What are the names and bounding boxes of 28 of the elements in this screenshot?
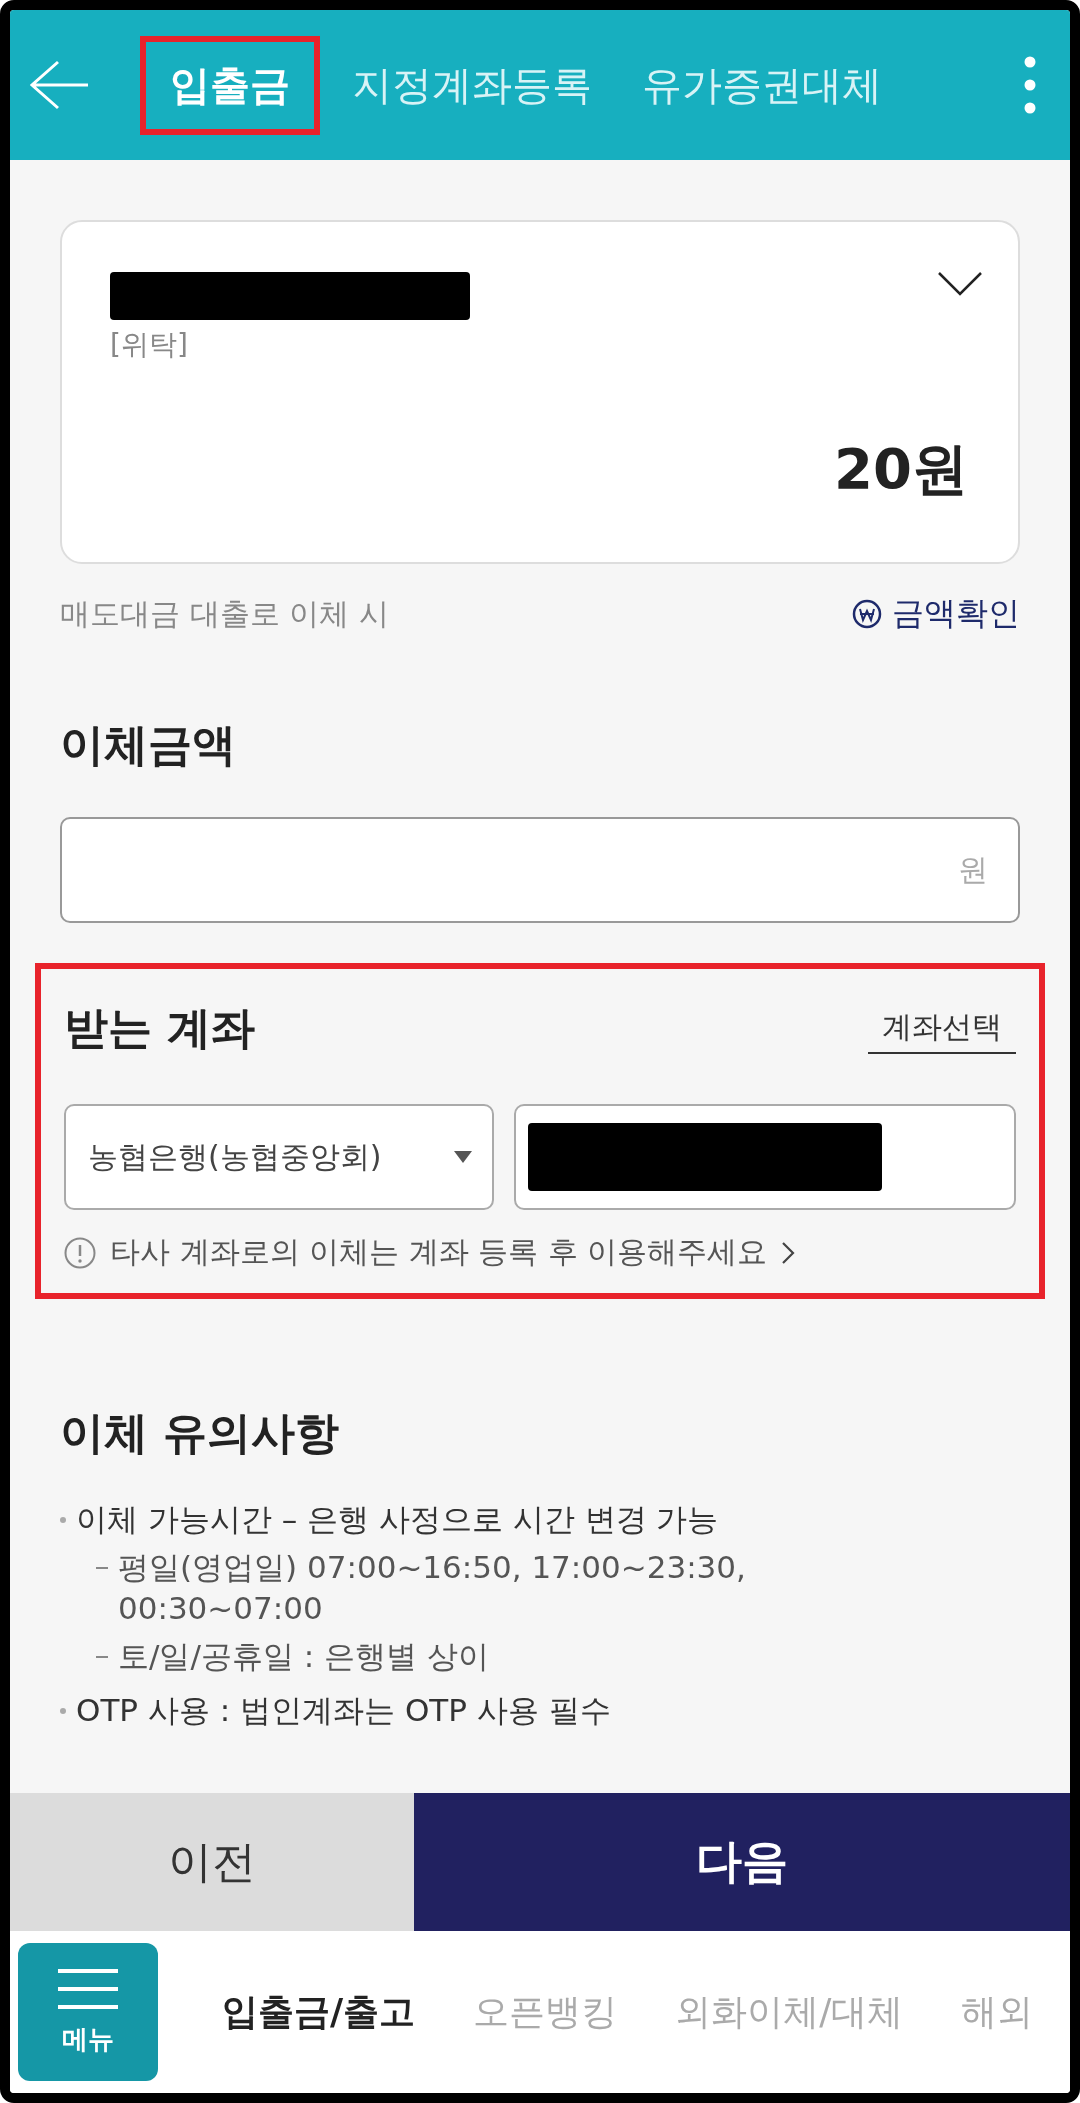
more-icon[interactable] xyxy=(1024,56,1036,114)
menu-button[interactable]: 메뉴 xyxy=(18,1943,158,2081)
section-title: 이체금액 xyxy=(60,718,237,772)
won-icon xyxy=(852,599,882,629)
account-select-link[interactable]: 계좌선택 xyxy=(868,1003,1016,1054)
note-text: 이체 가능시간 – 은행 사정으로 시간 변경 가능 xyxy=(76,1501,719,1537)
account-type: [위탁] xyxy=(110,327,188,363)
next-button[interactable]: 다음 xyxy=(414,1793,1070,1931)
bank-dropdown[interactable]: 농협은행(농협중앙회) xyxy=(64,1104,494,1210)
exclamation-icon xyxy=(64,1236,96,1269)
dropdown-triangle-icon xyxy=(454,1151,472,1163)
notice-text[interactable]: 타사 계좌로의 이체는 계좌 등록 후 이용해주세요 xyxy=(110,1232,768,1273)
back-arrow-icon[interactable] xyxy=(28,60,90,110)
account-card[interactable]: [위탁] 20원 xyxy=(60,220,1020,564)
loan-note: 매도대금 대출로 이체 시 xyxy=(60,594,389,633)
account-number-field[interactable] xyxy=(514,1104,1016,1210)
note-text: 토/일/공휴일 : 은행별 상이 xyxy=(118,1636,489,1676)
menu-icon xyxy=(58,1967,118,2010)
previous-button[interactable]: 이전 xyxy=(10,1793,414,1931)
section-title: 이체 유의사항 xyxy=(60,1406,341,1460)
nav-tab[interactable]: 입출금/출고 xyxy=(222,1987,416,2037)
note-text: 평일(영업일) 07:00~16:50, 17:00~23:30, 00:30~07:00 xyxy=(118,1548,747,1628)
note-text: OTP 사용 : 법인계좌는 OTP 사용 필수 xyxy=(76,1692,611,1729)
chevron-right-icon[interactable] xyxy=(781,1240,796,1265)
balance: 20원 xyxy=(834,435,968,503)
chevron-down-icon[interactable] xyxy=(938,272,982,296)
section-title: 받는 계좌 xyxy=(64,1001,256,1055)
amount-check-link[interactable]: 금액확인 xyxy=(852,592,1020,636)
